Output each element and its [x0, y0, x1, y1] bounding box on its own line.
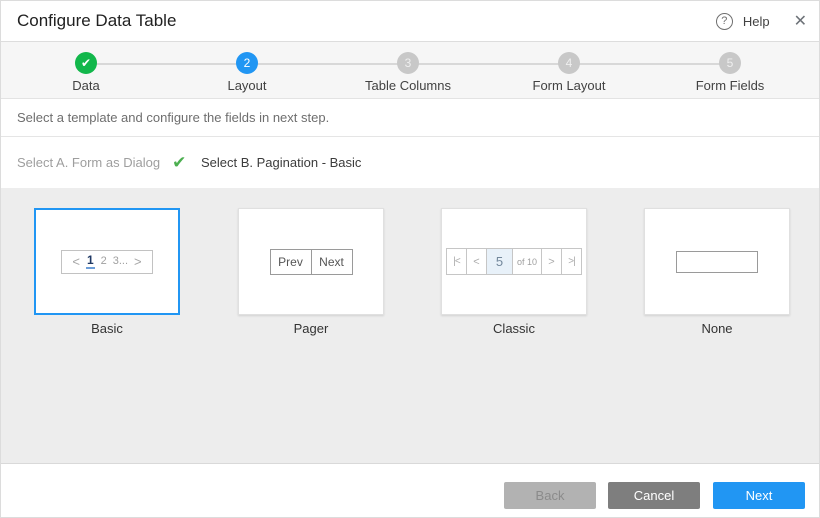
back-button[interactable]: Back [504, 482, 596, 509]
pagination-basic-preview: < 1 2 3... > [61, 250, 153, 274]
pagination-pager-preview: Prev Next [270, 249, 353, 275]
step-label: Data [16, 78, 156, 93]
step-number: 4 [558, 52, 580, 74]
pagination-none-preview [676, 251, 758, 273]
close-icon[interactable]: ✕ [794, 11, 807, 31]
step-number: 5 [719, 52, 741, 74]
step-data[interactable]: ✔ Data [16, 42, 156, 93]
step-number: 2 [236, 52, 258, 74]
help-icon[interactable]: ? [716, 13, 733, 30]
preview-page-current: 1 [86, 254, 95, 269]
help-button[interactable]: Help [743, 14, 770, 29]
preview-prev-button: Prev [270, 249, 312, 275]
preview-next-button: Next [311, 249, 353, 275]
dialog-footer: Back Cancel Next [1, 464, 820, 518]
pagination-classic-preview: |< < 5 of 10 > >| [446, 248, 582, 275]
dialog-title: Configure Data Table [17, 11, 176, 31]
template-card-classic[interactable]: |< < 5 of 10 > >| [441, 208, 587, 315]
template-label-none: None [644, 321, 790, 336]
wizard-stepper: ✔ Data 2 Layout 3 Table Columns 4 Form L… [1, 42, 820, 99]
selection-summary-row: Select A. Form as Dialog ✔ Select B. Pag… [1, 137, 820, 188]
step-label: Form Layout [499, 78, 639, 93]
chevron-left-icon: < [466, 248, 487, 275]
template-label-basic: Basic [34, 321, 180, 336]
check-icon: ✔ [172, 154, 186, 171]
chevron-left-icon: < [72, 255, 80, 268]
step-form-fields[interactable]: 5 Form Fields [660, 42, 800, 93]
select-b-label: Select B. Pagination - Basic [201, 155, 361, 170]
step-label: Form Fields [660, 78, 800, 93]
step-table-columns[interactable]: 3 Table Columns [338, 42, 478, 93]
instruction-text: Select a template and configure the fiel… [17, 110, 329, 125]
step-layout[interactable]: 2 Layout [177, 42, 317, 93]
preview-page: 2 [101, 256, 107, 267]
step-number: 3 [397, 52, 419, 74]
dialog-header: Configure Data Table ? Help ✕ [1, 1, 820, 42]
preview-page-count: of 10 [512, 248, 542, 275]
template-label-classic: Classic [441, 321, 587, 336]
select-a-label: Select A. Form as Dialog [17, 155, 160, 170]
template-card-pager[interactable]: Prev Next [238, 208, 384, 315]
template-card-none[interactable] [644, 208, 790, 315]
chevron-right-icon: > [541, 248, 562, 275]
step-label: Table Columns [338, 78, 478, 93]
next-button[interactable]: Next [713, 482, 805, 509]
cancel-button[interactable]: Cancel [608, 482, 700, 509]
template-card-basic[interactable]: < 1 2 3... > [34, 208, 180, 315]
chevron-right-icon: > [134, 255, 142, 268]
header-actions: ? Help ✕ [716, 1, 807, 41]
step-complete-check-icon: ✔ [75, 52, 97, 74]
instruction-row: Select a template and configure the fiel… [1, 99, 820, 137]
last-page-icon: >| [561, 248, 582, 275]
step-label: Layout [177, 78, 317, 93]
first-page-icon: |< [446, 248, 467, 275]
preview-current-page: 5 [486, 248, 513, 275]
configure-data-table-dialog: Configure Data Table ? Help ✕ ✔ Data 2 L… [0, 0, 820, 518]
step-form-layout[interactable]: 4 Form Layout [499, 42, 639, 93]
preview-page-ellipsis: 3... [113, 256, 128, 267]
template-label-pager: Pager [238, 321, 384, 336]
template-picker: < 1 2 3... > Basic Prev Next Pager |< < … [1, 188, 820, 464]
